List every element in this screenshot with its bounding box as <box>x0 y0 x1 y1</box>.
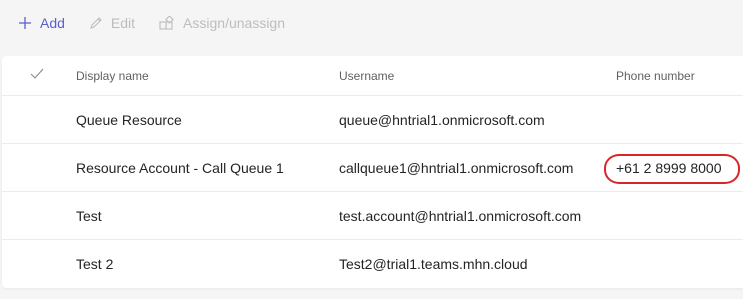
column-header-username[interactable]: Username <box>339 69 394 83</box>
table-row[interactable]: Queue Resource queue@hntrial1.onmicrosof… <box>2 96 743 144</box>
command-toolbar: Add Edit Assign/unassign <box>0 0 743 46</box>
column-header-display-name[interactable]: Display name <box>76 69 149 83</box>
plus-icon <box>19 17 31 29</box>
display-name-cell: Test 2 <box>76 256 114 272</box>
pencil-icon <box>90 17 102 29</box>
add-button-label: Add <box>40 15 65 31</box>
table-row[interactable]: Resource Account - Call Queue 1 callqueu… <box>2 144 743 192</box>
table-header-row: Display name Username Phone number <box>2 56 743 96</box>
assign-icon <box>159 16 174 30</box>
select-all-checkbox[interactable] <box>30 68 44 83</box>
table-row[interactable]: Test test.account@hntrial1.onmicrosoft.c… <box>2 192 743 240</box>
column-header-phone-number[interactable]: Phone number <box>616 69 695 83</box>
username-cell: test.account@hntrial1.onmicrosoft.com <box>339 207 582 224</box>
display-name-cell: Test <box>76 207 102 224</box>
username-cell: Test2@trial1.teams.mhn.cloud <box>339 256 528 272</box>
display-name-cell: Resource Account - Call Queue 1 <box>76 159 284 176</box>
resource-accounts-table: Display name Username Phone number Queue… <box>2 56 743 288</box>
checkmark-icon <box>30 68 44 79</box>
username-cell: callqueue1@hntrial1.onmicrosoft.com <box>339 159 574 176</box>
phone-number-cell: +61 2 8999 8000 <box>616 159 722 176</box>
username-cell: queue@hntrial1.onmicrosoft.com <box>339 111 545 128</box>
assign-unassign-button[interactable]: Assign/unassign <box>159 15 285 31</box>
edit-button[interactable]: Edit <box>89 15 135 31</box>
assign-unassign-label: Assign/unassign <box>183 15 285 31</box>
edit-button-label: Edit <box>110 15 136 31</box>
add-button[interactable]: Add <box>18 15 65 31</box>
table-row[interactable]: Test 2 Test2@trial1.teams.mhn.cloud <box>2 240 743 288</box>
display-name-cell: Queue Resource <box>76 111 182 128</box>
